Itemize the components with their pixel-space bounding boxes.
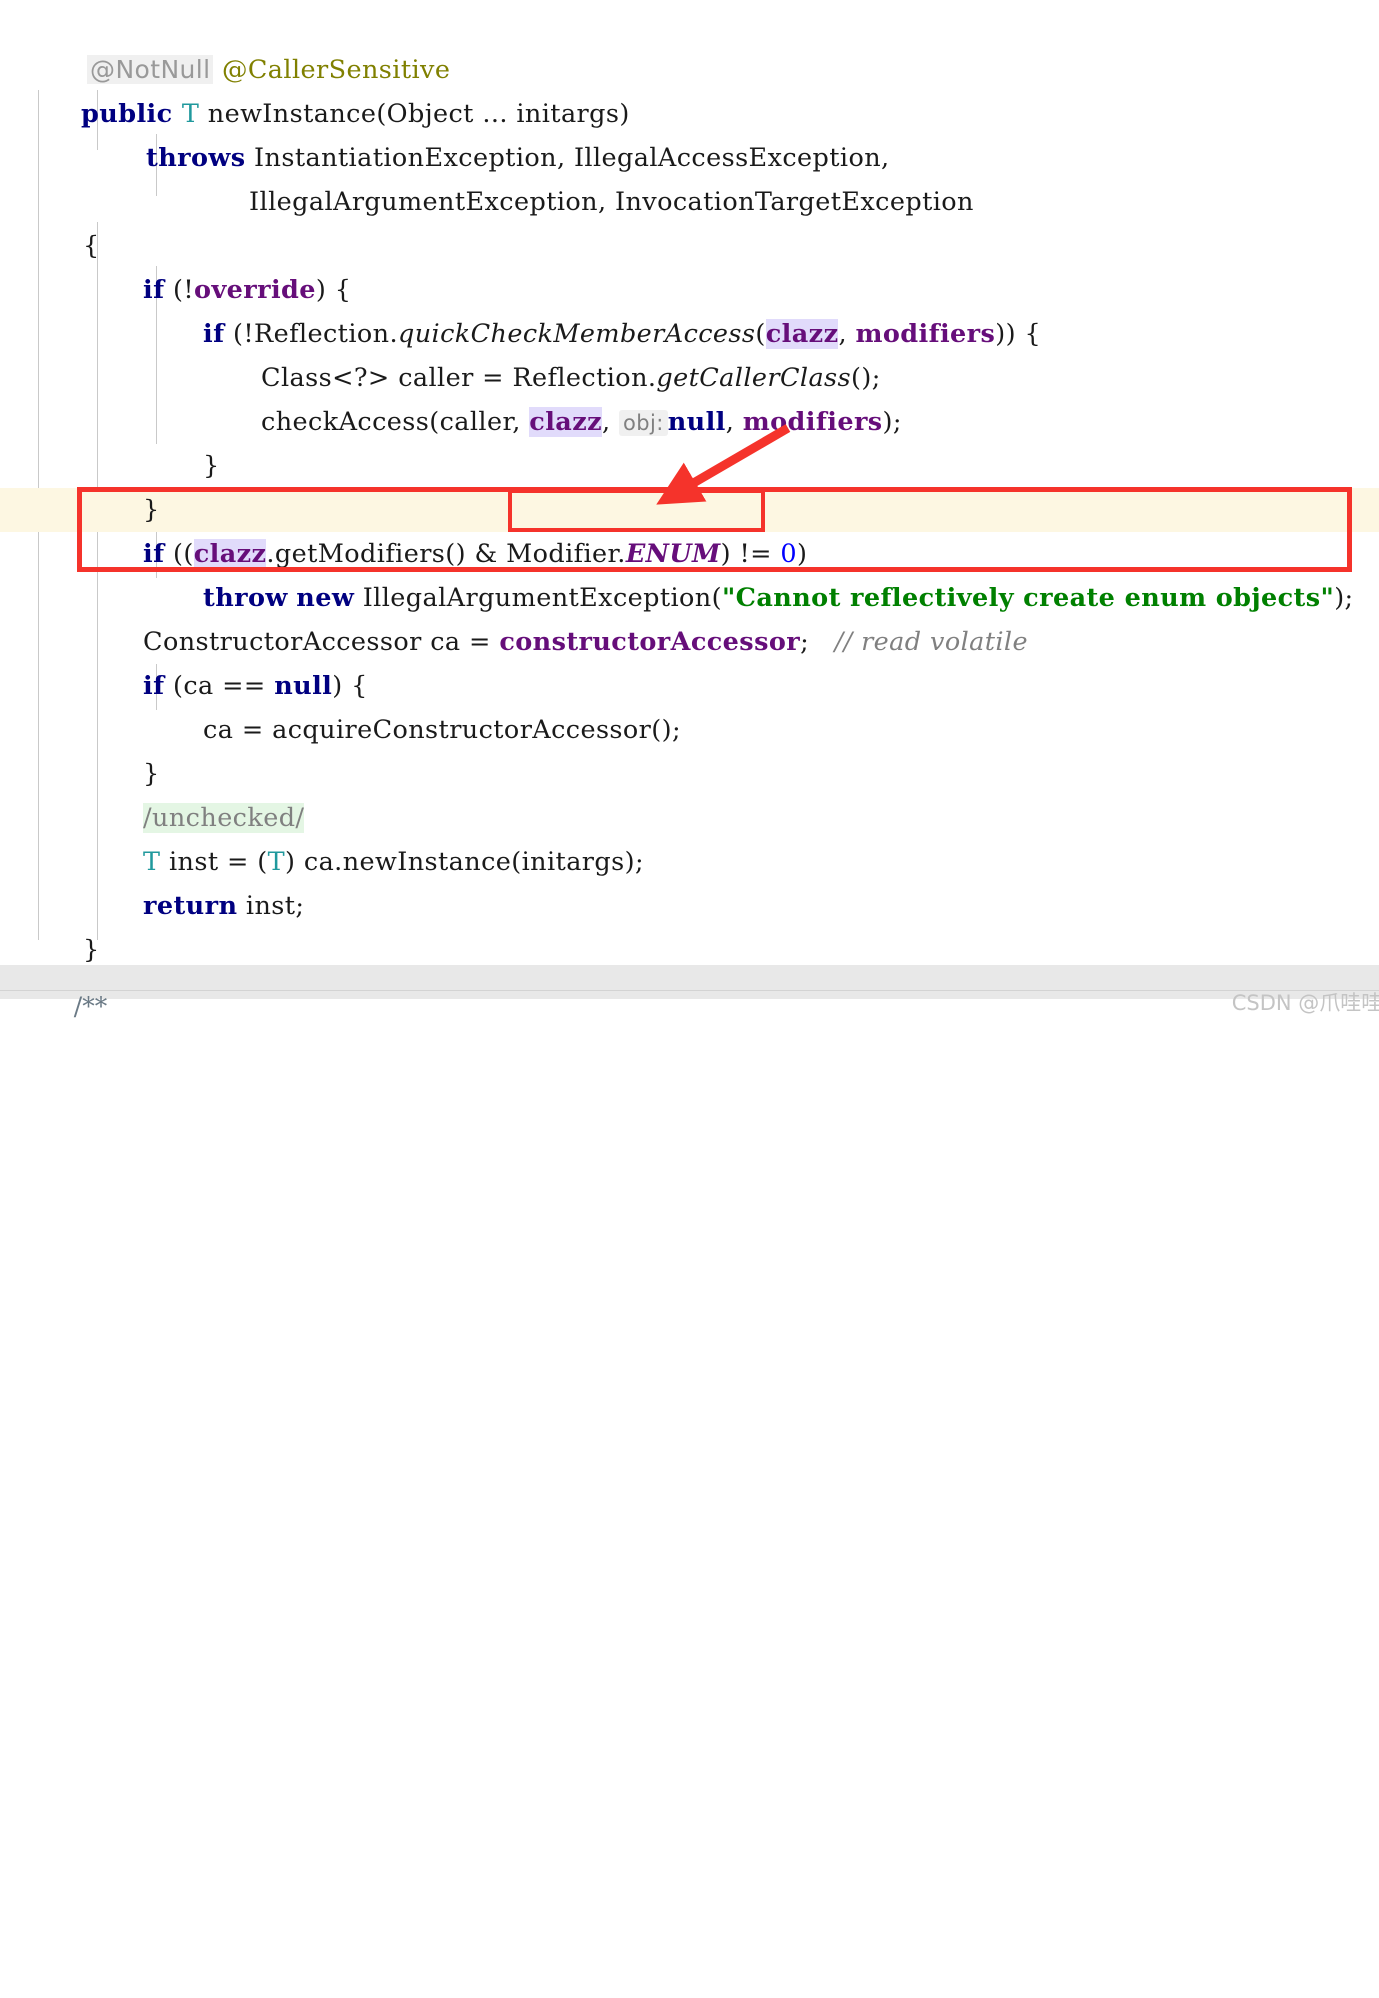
bottom-strip-divider (0, 990, 1379, 991)
code-line-getcallerclass[interactable]: Class<?> caller = Reflection.getCallerCl… (0, 312, 1379, 393)
code-line-checkaccess[interactable]: checkAccess(caller, clazz, obj: null, mod… (0, 356, 1379, 437)
code-line-throws-1[interactable]: throws InstantiationException, IllegalAc… (0, 92, 1379, 173)
code-line-method-signature[interactable]: public T newInstance(Object ... initargs… (0, 48, 1379, 129)
code-line-open-brace[interactable]: { (0, 180, 1379, 261)
csdn-watermark-text: CSDN @爪哇哇爪、 (1231, 991, 1379, 1015)
code-line-return-inst[interactable]: return inst; (0, 840, 1379, 921)
code-line-close-brace-inner[interactable]: } (0, 400, 1379, 481)
code-line-quickcheck[interactable]: if (!Reflection.quickCheckMemberAccess(c… (0, 268, 1379, 349)
code-line-enum-check[interactable]: if ((clazz.getModifiers() & Modifier.ENU… (0, 488, 1379, 569)
code-line-constructoraccessor-decl[interactable]: ConstructorAccessor ca = constructorAcce… (0, 576, 1379, 657)
code-line-if-override[interactable]: if (!override) { (0, 224, 1379, 305)
javadoc-start-text: /** (73, 992, 108, 1021)
code-editor-viewport[interactable]: @NotNull @CallerSensitive public T newIn… (0, 0, 1379, 1021)
code-line-throw-illegalargument[interactable]: throw new IllegalArgumentException("Cann… (0, 532, 1379, 613)
code-line-javadoc-start[interactable]: /** (42, 963, 107, 1050)
csdn-watermark: CSDN @爪哇哇爪、 (1205, 963, 1379, 1041)
code-line-throws-2[interactable]: IllegalArgumentException, InvocationTarg… (0, 136, 1379, 217)
code-line-if-ca-null[interactable]: if (ca == null) { (0, 620, 1379, 701)
code-line-close-brace-method[interactable]: } (0, 884, 1379, 965)
code-text-layer[interactable]: @NotNull @CallerSensitive public T newIn… (0, 0, 1379, 1998)
brace-close-method: } (83, 935, 100, 965)
code-line-inst-assign[interactable]: T inst = (T) ca.newInstance(initargs); (0, 796, 1379, 877)
code-line-close-brace-override[interactable]: } (0, 444, 1379, 525)
code-line-close-brace-ca[interactable]: } (0, 708, 1379, 789)
code-line-acquire-accessor[interactable]: ca = acquireConstructorAccessor(); (0, 664, 1379, 745)
code-line-annotations[interactable]: @NotNull @CallerSensitive (0, 4, 1379, 85)
code-line-unchecked-marker[interactable]: /unchecked/ (0, 752, 1379, 833)
